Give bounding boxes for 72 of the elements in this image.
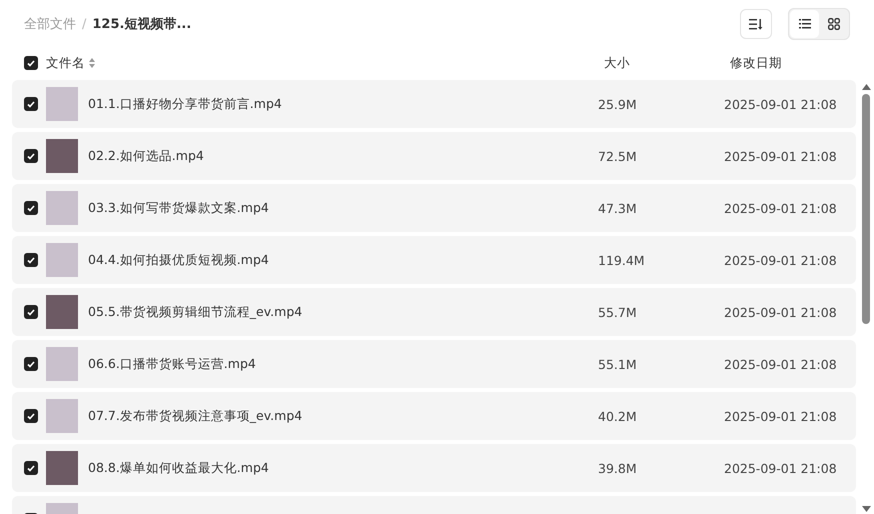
file-name: 06.6.口播带货账号运营.mp4 (88, 356, 257, 372)
check-icon (27, 256, 35, 264)
modified-date: 2025-09-01 21:08 (724, 304, 838, 320)
checkbox[interactable] (24, 253, 38, 267)
file-name: 01.1.口播好物分享带货前言.mp4 (88, 96, 283, 112)
file-row[interactable]: 03.3.如何写带货爆款文案.mp4 47.3M 2025-09-01 21:08 (12, 184, 856, 232)
checkbox[interactable] (24, 357, 38, 371)
check-icon (27, 308, 35, 316)
checkbox[interactable] (24, 56, 38, 70)
checkbox[interactable] (24, 201, 38, 215)
video-thumbnail (46, 347, 78, 381)
checkbox[interactable] (24, 409, 38, 423)
checkbox[interactable] (24, 305, 38, 319)
file-name: 04.4.如何拍摄优质短视频.mp4 (88, 252, 270, 268)
file-size: 25.9M (598, 96, 638, 112)
modified-date: 2025-09-01 21:08 (724, 200, 838, 216)
modified-date: 2025-09-01 21:08 (724, 356, 838, 372)
modified-date: 2025-09-01 21:08 (724, 252, 838, 268)
file-name: 08.8.爆单如何收益最大化.mp4 (88, 460, 270, 476)
file-row[interactable]: 05.5.带货视频剪辑细节流程_ev.mp4 55.7M 2025-09-01 21:08 (12, 288, 856, 336)
scrollbar-thumb[interactable] (862, 94, 870, 324)
file-row[interactable]: 07.7.发布带货视频注意事项_ev.mp4 40.2M 2025-09-01 21:08 (12, 392, 856, 440)
checkbox[interactable] (24, 149, 38, 163)
column-header[interactable]: 文件名 (46, 54, 85, 72)
file-size: 72.5M (598, 148, 638, 164)
video-thumbnail (46, 399, 78, 433)
video-thumbnail (46, 191, 78, 225)
video-thumbnail (46, 243, 78, 277)
check-icon (27, 152, 35, 160)
file-row[interactable]: 08.8.爆单如何收益最大化.mp4 39.8M 2025-09-01 21:08 (12, 444, 856, 492)
sort-icon[interactable] (89, 58, 95, 68)
file-name: 02.2.如何选品.mp4 (88, 148, 205, 164)
check-icon (27, 360, 35, 368)
video-thumbnail (46, 139, 78, 173)
list-icon (798, 19, 810, 29)
scroll-down-icon[interactable] (862, 506, 870, 512)
check-icon (27, 204, 35, 212)
file-size: 47.3M (598, 200, 638, 216)
breadcrumb-item[interactable]: 125.短视频带... (92, 15, 192, 33)
sort-button[interactable] (740, 9, 772, 39)
checkbox[interactable] (24, 461, 38, 475)
check-icon (27, 412, 35, 420)
column-header: 修改日期 (730, 54, 783, 72)
file-size: 55.1M (598, 356, 638, 372)
file-row[interactable]: 06.6.口播带货账号运营.mp4 55.1M 2025-09-01 21:08 (12, 340, 856, 388)
check-icon (27, 464, 35, 472)
modified-date: 2025-09-01 21:08 (724, 408, 838, 424)
file-size: 119.4M (598, 252, 646, 268)
file-size: 40.2M (598, 408, 638, 424)
file-row[interactable]: 01.1.口播好物分享带货前言.mp4 25.9M 2025-09-01 21:08 (12, 80, 856, 128)
file-size: 39.8M (598, 460, 638, 476)
check-icon (27, 60, 35, 66)
video-thumbnail (46, 87, 78, 121)
video-thumbnail (46, 295, 78, 329)
sort-icon (749, 18, 763, 30)
file-row[interactable]: 02.2.如何选品.mp4 72.5M 2025-09-01 21:08 (12, 132, 856, 180)
file-name: 05.5.带货视频剪辑细节流程_ev.mp4 (88, 304, 304, 320)
video-thumbnail (46, 451, 78, 485)
grid-icon (828, 18, 840, 30)
breadcrumb-separator: / (82, 16, 86, 32)
file-name: 03.3.如何写带货爆款文案.mp4 (88, 200, 270, 216)
modified-date: 2025-09-01 21:08 (724, 148, 838, 164)
file-row[interactable]: 04.4.如何拍摄优质短视频.mp4 119.4M 2025-09-01 21:08 (12, 236, 856, 284)
modified-date: 2025-09-01 21:08 (724, 460, 838, 476)
column-header: 大小 (604, 54, 631, 72)
modified-date: 2025-09-01 21:08 (724, 96, 838, 112)
scroll-up-icon[interactable] (862, 84, 870, 90)
file-size: 55.7M (598, 304, 638, 320)
checkbox[interactable] (24, 97, 38, 111)
file-name: 07.7.发布带货视频注意事项_ev.mp4 (88, 408, 304, 424)
check-icon (27, 100, 35, 108)
view-mode-button[interactable] (790, 10, 819, 38)
